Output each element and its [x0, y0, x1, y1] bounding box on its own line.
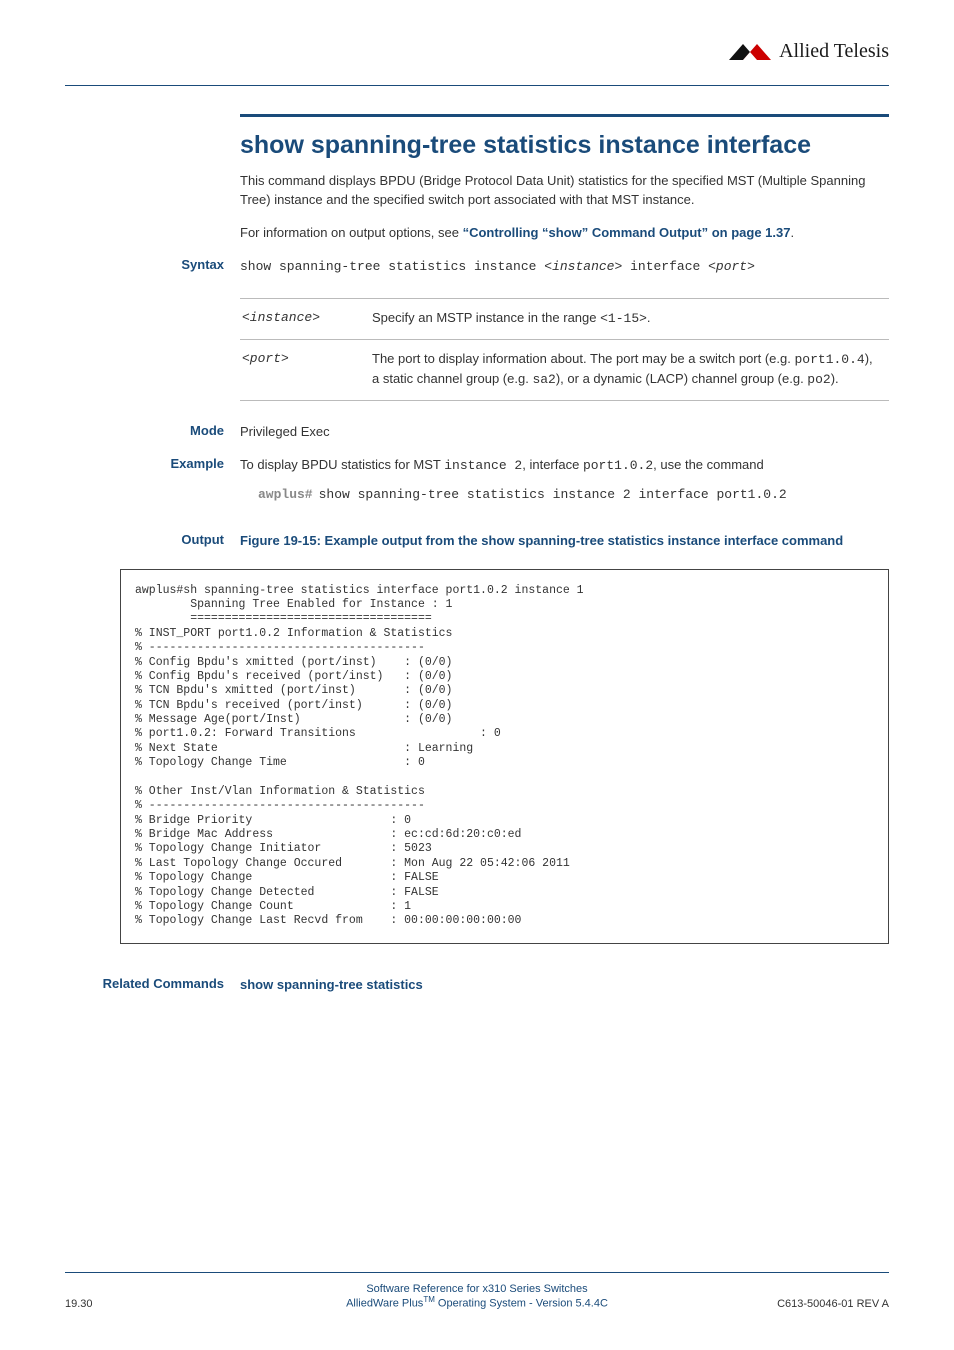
param-port-example-po: po2	[807, 372, 830, 387]
controlling-show-output-link[interactable]: “Controlling “show” Command Output” on p…	[463, 225, 791, 240]
footer-page-number: 19.30	[65, 1298, 195, 1310]
example-pre: To display BPDU statistics for MST	[240, 457, 444, 472]
param-port-post: ).	[831, 371, 839, 386]
param-port-desc-pre: The port to display information about. T…	[372, 351, 794, 366]
mode-value: Privileged Exec	[240, 423, 889, 442]
param-instance-desc: Specify an MSTP instance in the range <1…	[370, 299, 889, 340]
footer-line1: Software Reference for x310 Series Switc…	[195, 1283, 759, 1295]
output-label: Output	[65, 532, 240, 550]
example-label: Example	[65, 456, 240, 505]
related-command-link[interactable]: show spanning-tree statistics	[240, 977, 423, 992]
related-commands-label: Related Commands	[65, 976, 240, 995]
footer-line2: AlliedWare PlusTM Operating System - Ver…	[195, 1295, 759, 1310]
title-rule	[240, 114, 889, 117]
page-footer: 19.30 Software Reference for x310 Series…	[65, 1272, 889, 1310]
page-title: show spanning-tree statistics instance i…	[240, 131, 889, 160]
param-instance-desc-post: .	[647, 310, 651, 325]
param-instance-name: <instance>	[240, 299, 370, 340]
cli-command: show spanning-tree statistics instance 2…	[319, 486, 787, 505]
syntax-label: Syntax	[65, 257, 240, 401]
example-post: , use the command	[653, 457, 764, 472]
output-section: Output Figure 19-15: Example output from…	[240, 532, 889, 550]
mode-section: Mode Privileged Exec	[240, 423, 889, 442]
intro-paragraph-2: For information on output options, see “…	[240, 224, 889, 243]
footer-line2-post: Operating System - Version 5.4.4C	[435, 1298, 608, 1310]
param-port-desc: The port to display information about. T…	[370, 340, 889, 401]
footer-doc-id: C613-50046-01 REV A	[759, 1298, 889, 1310]
example-command-block: awplus# show spanning-tree statistics in…	[258, 486, 889, 505]
example-mid1: , interface	[522, 457, 583, 472]
mode-label: Mode	[65, 423, 240, 442]
param-port-name: <port>	[240, 340, 370, 401]
footer-tm: TM	[423, 1295, 435, 1304]
param-port-mid2: ), or a dynamic (LACP) channel group (e.…	[556, 371, 807, 386]
example-instance: instance 2	[444, 458, 522, 473]
intro-paragraph-1: This command displays BPDU (Bridge Proto…	[240, 172, 889, 210]
brand-logo-icon	[729, 42, 773, 62]
footer-line2-pre: AlliedWare Plus	[346, 1298, 423, 1310]
example-port: port1.0.2	[583, 458, 653, 473]
cli-output-box: awplus#sh spanning-tree statistics inter…	[120, 569, 889, 944]
brand-logo: Allied Telesis	[729, 40, 889, 63]
param-port-example-sa: sa2	[532, 372, 555, 387]
table-row: <instance> Specify an MSTP instance in t…	[240, 299, 889, 340]
param-port-example-port: port1.0.4	[794, 352, 864, 367]
table-row: <port> The port to display information a…	[240, 340, 889, 401]
param-instance-range: <1-15>	[600, 311, 647, 326]
example-section: Example To display BPDU statistics for M…	[240, 456, 889, 505]
intro-p2-post: .	[790, 225, 794, 240]
page-header: Allied Telesis	[65, 40, 889, 86]
syntax-line: show spanning-tree statistics instance <…	[240, 259, 755, 274]
param-instance-desc-pre: Specify an MSTP instance in the range	[372, 310, 600, 325]
parameter-table: <instance> Specify an MSTP instance in t…	[240, 298, 889, 401]
related-commands-section: Related Commands show spanning-tree stat…	[240, 976, 889, 995]
figure-caption: Figure 19-15: Example output from the sh…	[240, 532, 889, 550]
brand-logo-text: Allied Telesis	[779, 40, 889, 63]
syntax-section: Syntax show spanning-tree statistics ins…	[240, 257, 889, 401]
cli-prompt: awplus#	[258, 486, 313, 505]
intro-p2-pre: For information on output options, see	[240, 225, 463, 240]
